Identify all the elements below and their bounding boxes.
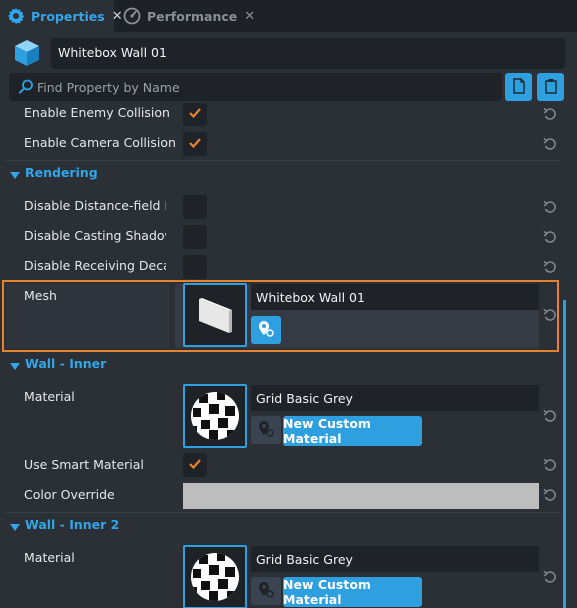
disable-receiving-decals-checkbox[interactable] bbox=[183, 255, 207, 279]
mesh-label: Mesh bbox=[24, 288, 57, 303]
map-pin-icon bbox=[257, 420, 275, 441]
scrollbar[interactable] bbox=[563, 300, 566, 608]
material-label: Material bbox=[24, 389, 75, 404]
search-icon bbox=[18, 79, 34, 98]
use-smart-material-checkbox[interactable] bbox=[183, 453, 207, 477]
map-pin-icon bbox=[257, 581, 275, 602]
locate-asset-button[interactable] bbox=[251, 416, 281, 444]
reset-icon[interactable] bbox=[542, 307, 558, 323]
material-thumbnail[interactable] bbox=[183, 545, 247, 608]
checkmark-icon bbox=[188, 137, 202, 152]
clipboard-icon bbox=[544, 78, 558, 97]
disable-casting-shadows-checkbox[interactable] bbox=[183, 225, 207, 249]
paste-button[interactable] bbox=[537, 73, 564, 101]
properties-panel: Enable Enemy Collision Enable Camera Col… bbox=[0, 103, 577, 608]
tab-performance[interactable]: Performance ✕ bbox=[116, 0, 255, 32]
mesh-asset-name[interactable]: Whitebox Wall 01 bbox=[251, 284, 539, 310]
disable-distance-field-checkbox[interactable] bbox=[183, 195, 207, 219]
reset-icon[interactable] bbox=[542, 487, 558, 503]
chevron-down-icon bbox=[10, 168, 20, 183]
mesh-thumbnail[interactable] bbox=[183, 283, 247, 347]
search-bar bbox=[9, 73, 502, 101]
disable-casting-shadows-label: Disable Casting Shadows bbox=[24, 228, 166, 243]
checkmark-icon bbox=[188, 458, 202, 473]
section-wall-inner[interactable]: Wall - Inner bbox=[0, 354, 565, 376]
disable-receiving-decals-label: Disable Receiving Decals bbox=[24, 258, 166, 273]
document-icon bbox=[512, 77, 526, 97]
reset-icon[interactable] bbox=[542, 199, 558, 215]
locate-asset-button[interactable] bbox=[251, 316, 281, 344]
color-override-swatch[interactable] bbox=[183, 483, 539, 509]
section-rendering[interactable]: Rendering bbox=[0, 163, 565, 185]
divider bbox=[6, 512, 561, 513]
close-icon[interactable]: ✕ bbox=[244, 9, 255, 24]
new-custom-material-button[interactable]: New Custom Material bbox=[283, 577, 422, 607]
divider bbox=[6, 160, 561, 161]
object-name-field[interactable]: Whitebox Wall 01 bbox=[51, 38, 565, 69]
enable-camera-collision-checkbox[interactable] bbox=[183, 132, 207, 156]
tab-properties[interactable]: Properties ✕ bbox=[0, 0, 123, 32]
section-wall-inner-2-label: Wall - Inner 2 bbox=[25, 517, 120, 532]
material-label: Material bbox=[24, 550, 75, 565]
copy-button[interactable] bbox=[505, 73, 532, 101]
tab-bar: Properties ✕ Performance ✕ bbox=[0, 0, 577, 32]
gear-icon bbox=[7, 7, 25, 25]
enable-enemy-collision-label: Enable Enemy Collision bbox=[24, 105, 170, 120]
map-pin-icon bbox=[257, 320, 275, 341]
section-wall-inner-label: Wall - Inner bbox=[25, 356, 107, 371]
material-asset-name[interactable]: Grid Basic Grey bbox=[251, 385, 539, 411]
reset-icon[interactable] bbox=[542, 106, 558, 122]
disable-distance-field-label: Disable Distance-field Lighting bbox=[24, 198, 166, 213]
reset-icon[interactable] bbox=[542, 136, 558, 152]
enable-camera-collision-label: Enable Camera Collision bbox=[24, 135, 176, 150]
tab-properties-label: Properties bbox=[31, 8, 105, 24]
reset-icon[interactable] bbox=[542, 259, 558, 275]
color-override-label: Color Override bbox=[24, 487, 115, 502]
enable-enemy-collision-checkbox[interactable] bbox=[183, 103, 207, 126]
locate-asset-button[interactable] bbox=[251, 577, 281, 605]
reset-icon[interactable] bbox=[542, 569, 558, 585]
material-asset-name[interactable]: Grid Basic Grey bbox=[251, 546, 539, 572]
cube-icon bbox=[12, 38, 42, 68]
checkmark-icon bbox=[188, 107, 202, 122]
reset-icon[interactable] bbox=[542, 229, 558, 245]
new-custom-material-button[interactable]: New Custom Material bbox=[283, 416, 422, 446]
material-thumbnail[interactable] bbox=[183, 384, 247, 448]
reset-icon[interactable] bbox=[542, 457, 558, 473]
use-smart-material-label: Use Smart Material bbox=[24, 457, 144, 472]
search-input[interactable] bbox=[37, 73, 497, 101]
tab-performance-label: Performance bbox=[147, 8, 238, 24]
reset-icon[interactable] bbox=[542, 408, 558, 424]
section-rendering-label: Rendering bbox=[25, 165, 98, 180]
gauge-icon bbox=[123, 7, 141, 25]
chevron-down-icon bbox=[10, 359, 20, 374]
chevron-down-icon bbox=[10, 520, 20, 535]
section-wall-inner-2[interactable]: Wall - Inner 2 bbox=[0, 515, 565, 537]
